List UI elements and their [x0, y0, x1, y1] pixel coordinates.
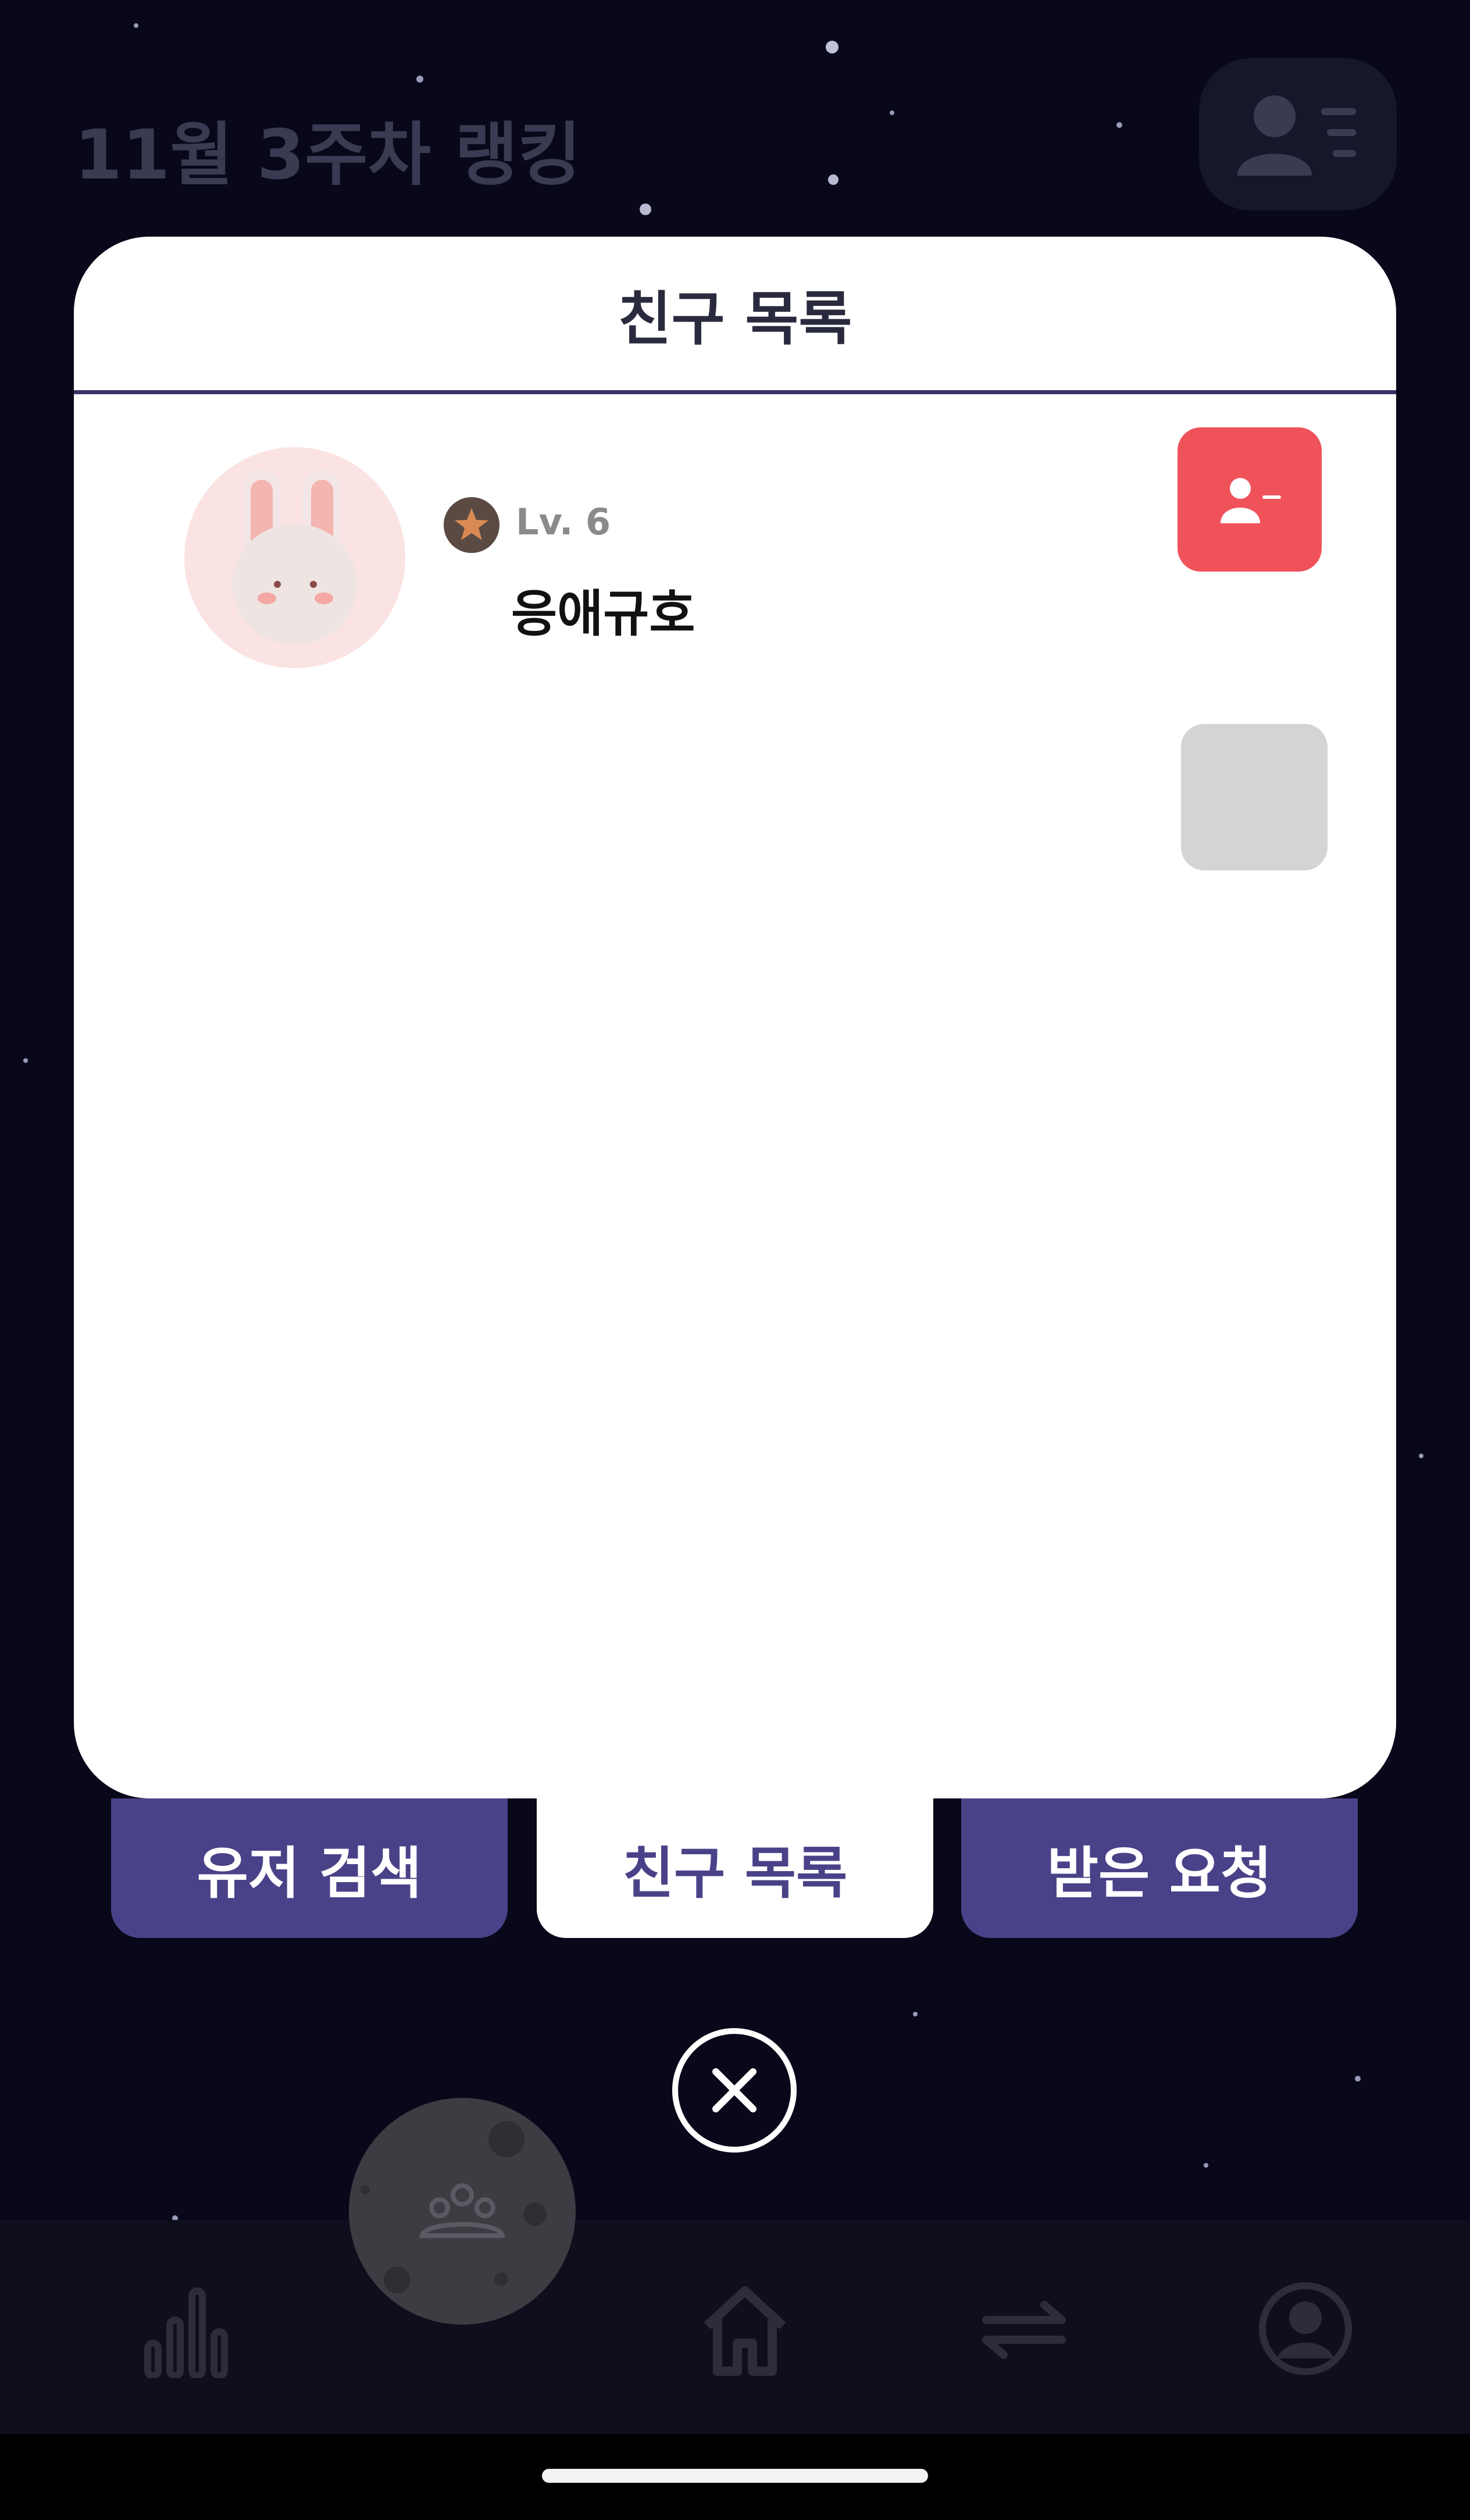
- swap-arrows-icon: [982, 2301, 1066, 2359]
- user-list-icon: [1237, 95, 1356, 176]
- home-indicator[interactable]: [542, 2469, 928, 2483]
- bar-chart-icon: [144, 2287, 228, 2379]
- friend-level: Lv. 6: [516, 501, 611, 543]
- tab-received-requests[interactable]: 받은 요청: [961, 1798, 1358, 1938]
- star: [1419, 1454, 1423, 1458]
- friends-modal: 친구 목록 Lv. 6 응애규호: [74, 237, 1396, 1798]
- moon-crater: [523, 2203, 547, 2226]
- nav-exchange[interactable]: [975, 2279, 1073, 2378]
- moon-friends-icon: [419, 2183, 505, 2238]
- star: [890, 110, 894, 115]
- star: [1355, 2076, 1361, 2082]
- moon-crater: [384, 2266, 411, 2293]
- tab-user-search[interactable]: 유저 검색: [111, 1798, 508, 1938]
- modal-divider: [74, 390, 1396, 394]
- tab-friends-list[interactable]: 친구 목록: [537, 1798, 933, 1938]
- ranking-title: 11월 3주차 랭킹: [74, 115, 581, 195]
- remove-friend-button[interactable]: [1178, 427, 1322, 572]
- bronze-star-badge-icon: [444, 497, 499, 553]
- profile-icon: [1259, 2282, 1352, 2375]
- moon-crater: [494, 2272, 508, 2286]
- star: [1204, 2163, 1208, 2168]
- close-icon: [712, 2068, 757, 2112]
- remove-button-shadow: [1181, 724, 1328, 870]
- star: [640, 204, 651, 215]
- star: [913, 2012, 918, 2016]
- bunny-avatar-icon: [184, 447, 405, 668]
- home-icon: [704, 2286, 786, 2376]
- moon-crater: [488, 2121, 525, 2157]
- star: [23, 1058, 28, 1063]
- friend-list-item[interactable]: Lv. 6 응애규호: [74, 427, 1396, 870]
- star: [134, 23, 138, 28]
- nav-home[interactable]: [695, 2279, 794, 2378]
- star: [1116, 122, 1122, 128]
- star: [416, 76, 423, 83]
- moon-crater: [361, 2185, 370, 2194]
- close-button[interactable]: [672, 2028, 797, 2153]
- star: [828, 174, 839, 185]
- star: [826, 41, 839, 53]
- nav-friends-moon[interactable]: [349, 2098, 576, 2325]
- app-screen: 11월 3주차 랭킹 친구 목록 Lv. 6 응애규호 유저 검색 친구 목록 …: [0, 0, 1470, 2520]
- modal-title: 친구 목록: [618, 284, 852, 353]
- user-remove-icon: [1221, 478, 1281, 523]
- friends-list-button[interactable]: [1199, 58, 1397, 210]
- nav-profile[interactable]: [1256, 2279, 1355, 2378]
- friend-name: 응애규호: [511, 585, 695, 643]
- nav-ranking[interactable]: [134, 2279, 233, 2379]
